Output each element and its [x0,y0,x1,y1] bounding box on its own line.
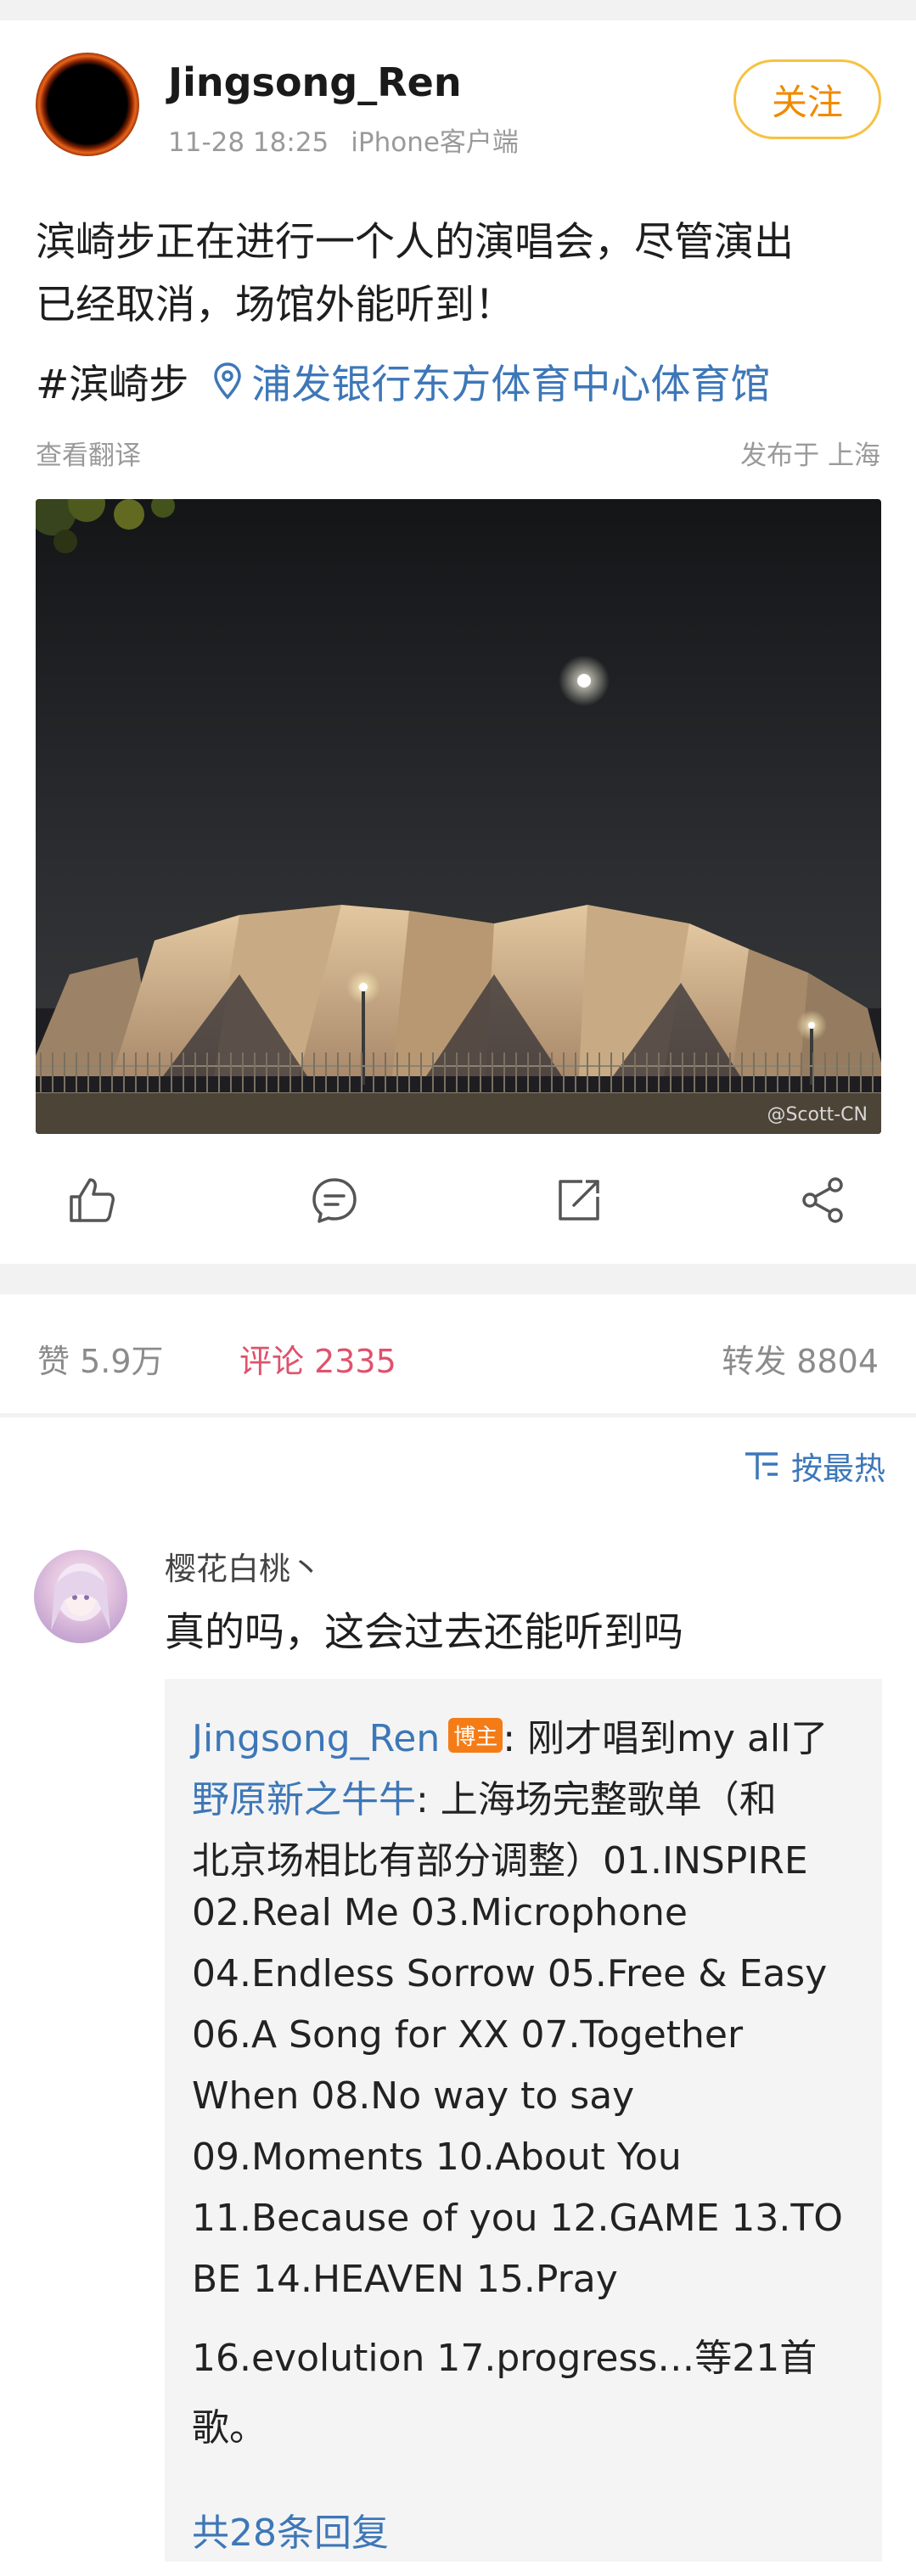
reply-author[interactable]: 野原新之牛牛 [192,1778,416,1821]
comment-icon[interactable] [309,1175,360,1226]
hashtag-link[interactable]: #滨崎步 [36,351,188,410]
post-text: 滨崎步正在进行一个人的演唱会，尽管演出 已经取消，场馆外能听到！ [36,190,885,358]
more-share-icon[interactable] [798,1175,849,1226]
reply-text: : 上海场完整歌单（和 [416,1778,777,1821]
stats-bar: 赞 5.9万 评论 2335 转发 8804 [0,1294,916,1413]
post-card: Jingsong_Ren 11-28 18:25 iPhone客户端 关注 滨崎步… [0,20,916,1264]
publish-location: 发布于 上海 [740,441,880,471]
reply-author[interactable]: Jingsong_Ren [192,1717,440,1760]
sort-icon [745,1452,778,1479]
post-image[interactable]: @Scott-CN [36,499,881,1134]
view-all-replies-link[interactable]: 共28条回复 [192,2502,389,2556]
comments-section: 按最热 樱花白桃丶 真的吗，这会过去还能听到吗 Jingsong_Ren 博主: … [0,1417,916,2576]
reply-thread[interactable]: Jingsong_Ren 博主: 刚才唱到my all了 野原新之牛牛: 上海场完… [165,1679,882,2562]
location-pin-icon [214,362,242,400]
reply-text-line: 16.evolution 17.progress…等21首 [192,2337,818,2380]
blogger-badge: 博主 [448,1718,503,1753]
reply-text-line: 09.Moments 10.About You [192,2135,682,2179]
sort-toggle[interactable]: 按最热 [744,1443,885,1489]
comment-text: 真的吗，这会过去还能听到吗 [165,1609,683,1656]
sort-label: 按最热 [791,1451,885,1487]
share-icon[interactable] [554,1175,604,1226]
author-avatar[interactable] [36,53,139,156]
reply-text-line: 04.Endless Sorrow 05.Free & Easy [192,1952,828,1995]
author-username[interactable]: Jingsong_Ren [168,59,462,105]
commenter-avatar[interactable] [34,1550,127,1643]
like-icon[interactable] [66,1175,117,1226]
post-time: 11-28 18:25 [168,127,329,158]
reply-text-line: BE 14.HEAVEN 15.Pray [192,2258,618,2301]
location-link[interactable]: 浦发银行东方体育中心体育馆 [251,351,770,410]
translate-link[interactable]: 查看翻译 [36,434,141,472]
anime-avatar-image [51,1563,110,1630]
reply-text-line: 11.Because of you 12.GAME 13.TO [192,2197,843,2240]
likes-tab[interactable]: 赞 5.9万 [37,1335,164,1382]
post-meta: 11-28 18:25 iPhone客户端 [168,121,519,159]
post-client: iPhone客户端 [351,127,519,158]
reply-item: Jingsong_Ren 博主: 刚才唱到my all了 [192,1708,828,1762]
reply-text: : 刚才唱到my all了 [503,1717,829,1760]
follow-button[interactable]: 关注 [733,59,881,139]
reply-text-line: 06.A Song for XX 07.Together [192,2013,744,2057]
reply-text-line: When 08.No way to say [192,2074,635,2118]
reply-text-line: 北京场相比有部分调整）01.INSPIRE [192,1839,808,1883]
reply-text-line: 歌。 [192,2406,267,2450]
image-watermark: @Scott-CN [767,1104,868,1125]
topic-row: #滨崎步 浦发银行东方体育中心体育馆 [36,351,770,410]
comments-tab[interactable]: 评论 2335 [239,1335,396,1382]
reply-text-line: 02.Real Me 03.Microphone [192,1891,688,1934]
reposts-tab[interactable]: 转发 8804 [722,1335,879,1382]
commenter-name[interactable]: 樱花白桃丶 [165,1543,322,1589]
reply-item: 野原新之牛牛: 上海场完整歌单（和 [192,1769,777,1823]
stadium-night-photo: @Scott-CN [36,499,881,1134]
